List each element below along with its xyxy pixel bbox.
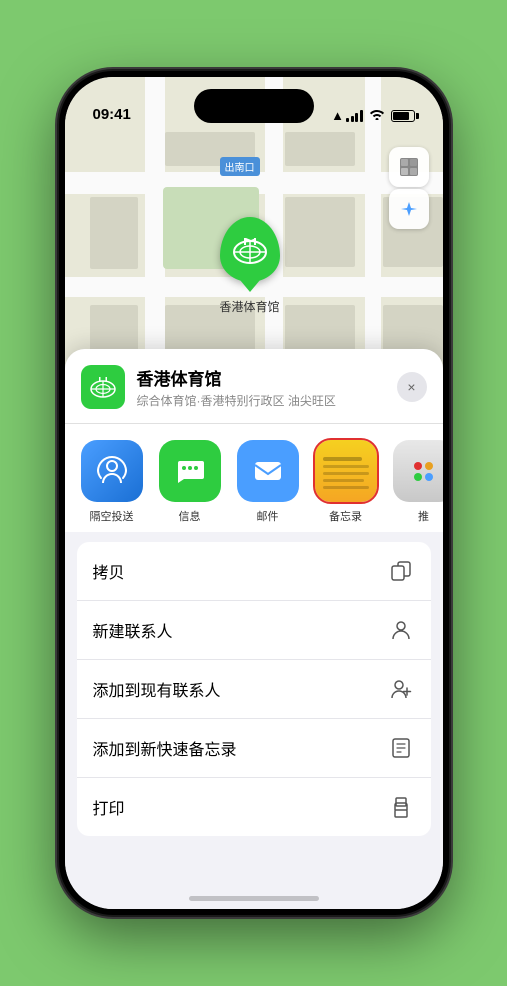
location-button[interactable] [389,189,429,229]
home-indicator [189,896,319,901]
action-row-print[interactable]: 打印 [77,778,431,836]
share-row: 隔空投送 信息 [65,423,443,532]
person-icon [387,616,415,644]
phone-frame: 09:41 ▲ [59,71,449,915]
print-icon [387,793,415,821]
more-label: 推 [418,508,429,524]
sheet-header: 香港体育馆 综合体育馆·香港特别行政区 油尖旺区 × [65,349,443,423]
share-item-message[interactable]: 信息 [159,440,221,524]
copy-icon [387,557,415,585]
bottom-sheet: 香港体育馆 综合体育馆·香港特别行政区 油尖旺区 × [65,349,443,909]
more-icon-wrap [393,440,443,502]
venue-info: 香港体育馆 综合体育馆·香港特别行政区 油尖旺区 [137,365,397,409]
mail-label: 邮件 [257,508,279,524]
message-label: 信息 [179,508,201,524]
notes-label: 备忘录 [329,508,362,524]
share-item-airdrop[interactable]: 隔空投送 [81,440,143,524]
venue-subtitle: 综合体育馆·香港特别行政区 油尖旺区 [137,392,397,409]
action-print-label: 打印 [93,795,125,819]
action-row-new-contact[interactable]: 新建联系人 [77,601,431,660]
map-controls [389,147,429,231]
share-item-mail[interactable]: 邮件 [237,440,299,524]
pin-label: 香港体育馆 [220,298,280,315]
action-row-copy[interactable]: 拷贝 [77,542,431,601]
close-button[interactable]: × [397,372,427,402]
location-arrow-icon: ▲ [331,108,344,123]
note-icon [387,734,415,762]
venue-name: 香港体育馆 [137,365,397,390]
share-item-more[interactable]: 推 [393,440,443,524]
pin-icon [220,217,280,282]
action-row-add-note[interactable]: 添加到新快速备忘录 [77,719,431,778]
action-rows: 拷贝 新建联系人 [77,542,431,836]
battery-icon [391,110,415,122]
map-label-nankou: 出南口 [220,157,260,176]
venue-icon [81,365,125,409]
status-icons [346,108,415,123]
action-add-existing-label: 添加到现有联系人 [93,677,221,701]
airdrop-icon-wrap [81,440,143,502]
share-item-notes[interactable]: 备忘录 [315,440,377,524]
action-new-contact-label: 新建联系人 [93,618,173,642]
map-type-button[interactable] [389,147,429,187]
mail-icon-wrap [237,440,299,502]
person-add-icon [387,675,415,703]
wifi-icon [369,108,385,123]
dynamic-island [194,89,314,123]
airdrop-label: 隔空投送 [90,508,134,524]
message-icon-wrap [159,440,221,502]
stadium-pin: 香港体育馆 [220,217,280,315]
action-copy-label: 拷贝 [93,559,125,583]
signal-bars-icon [346,110,363,122]
action-add-note-label: 添加到新快速备忘录 [93,736,237,760]
notes-icon-wrap [315,440,377,502]
action-row-add-existing[interactable]: 添加到现有联系人 [77,660,431,719]
phone-screen: 09:41 ▲ [65,77,443,909]
